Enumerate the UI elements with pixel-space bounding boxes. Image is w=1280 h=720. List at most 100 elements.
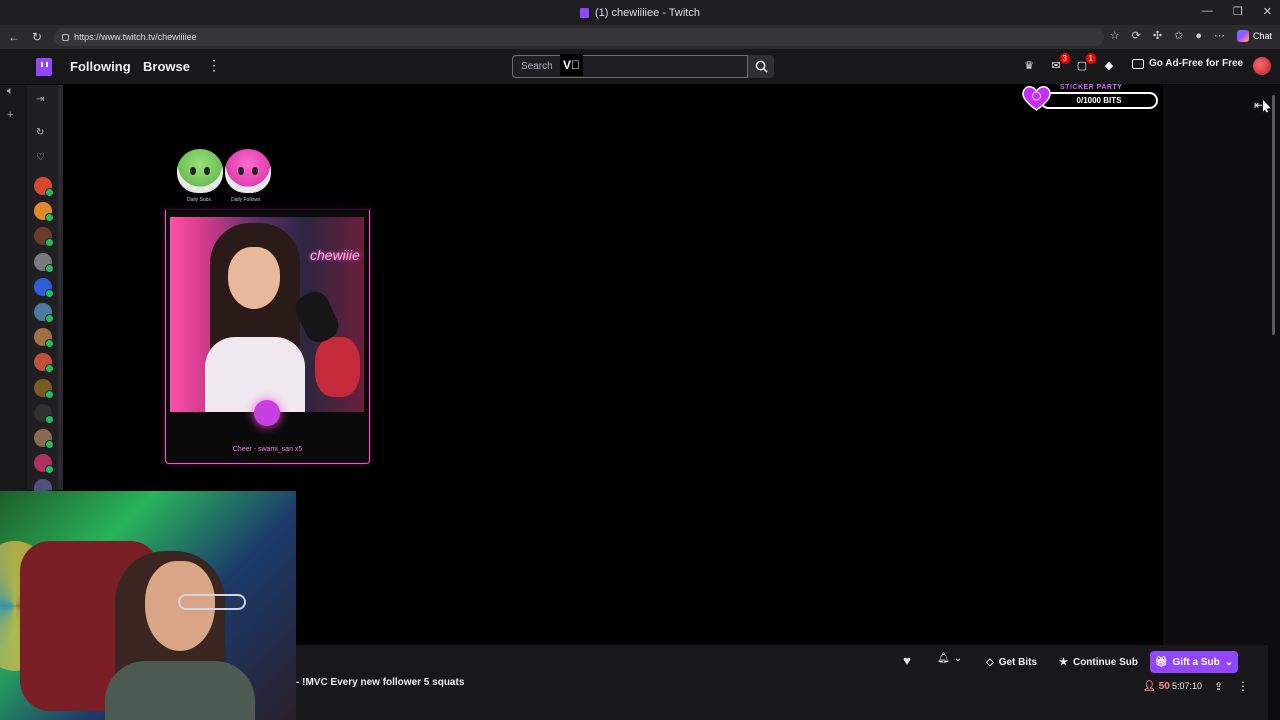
whispers-icon[interactable]: ▢ 1 <box>1075 53 1096 73</box>
close-window-button[interactable]: ✕ <box>1263 5 1272 18</box>
stream-title: - !MVC Every new follower 5 squats <box>296 677 465 688</box>
chevron-down-icon: ⌄ <box>1224 656 1234 668</box>
daily-follows-character <box>225 149 271 193</box>
stream-uptime: 5:07:10 <box>1172 681 1203 691</box>
cheer-alert-text: Cheer - swami_san x5 <box>232 446 303 453</box>
ad-free-label: Go Ad-Free for Free <box>1149 58 1244 69</box>
live-indicator-icon <box>45 188 54 197</box>
streamer-cam-feed: chewiiie <box>170 217 364 412</box>
sticker-party-widget: 0/1000 BITS STICKER PARTY <box>1020 84 1160 112</box>
browser-menu-icon[interactable]: ⋯ <box>1214 29 1225 42</box>
add-icon[interactable]: + <box>7 109 13 121</box>
followed-channel-avatar[interactable] <box>34 303 54 323</box>
twitch-logo-icon[interactable] <box>36 58 52 76</box>
followed-channel-avatar[interactable] <box>34 353 54 374</box>
live-indicator-icon <box>45 263 54 273</box>
chat-label: Chat <box>1252 30 1272 41</box>
daily-subs-character <box>177 149 223 193</box>
browser-title-bar: (1) chewiiiiee - Twitch <box>0 0 1280 25</box>
more-menu-icon[interactable]: ⋮ <box>207 57 221 74</box>
star-icon: ★ <box>1059 656 1068 668</box>
followed-heart-icon[interactable]: ♡ <box>36 152 45 163</box>
more-options-icon[interactable]: ⋮ <box>1237 679 1249 693</box>
follow-heart-button[interactable]: ♥ <box>897 653 917 671</box>
user-avatar[interactable] <box>1253 57 1271 75</box>
reload-icon[interactable]: ↻ <box>32 30 42 44</box>
followed-channel-avatar[interactable] <box>34 454 54 475</box>
twitch-favicon-icon <box>580 7 590 18</box>
continue-sub-button[interactable]: ★ Continue Sub <box>1059 653 1138 671</box>
reactor-webcam <box>0 491 296 720</box>
browser-address-bar: ← ↻ https://www.twitch.tv/chewiiiiee ☆ ⟳… <box>0 25 1280 49</box>
profile-icon[interactable]: ● <box>1195 30 1202 42</box>
recommended-icon[interactable]: ↻ <box>36 127 44 138</box>
live-indicator-icon <box>45 440 54 449</box>
back-arrow-icon[interactable]: ← <box>8 30 20 44</box>
site-info-icon[interactable] <box>62 33 70 41</box>
restore-button[interactable]: ❐ <box>1233 5 1243 18</box>
copilot-icon <box>1236 29 1249 42</box>
live-indicator-icon <box>45 288 54 298</box>
followed-channel-avatar[interactable] <box>34 277 54 298</box>
nav-browse-link[interactable]: Browse <box>143 59 190 74</box>
live-indicator-icon <box>45 238 54 248</box>
daily-follows-caption: Daily Follows <box>231 197 261 203</box>
sticker-progress-text: 0/1000 BITS <box>1076 96 1122 105</box>
url-field[interactable]: https://www.twitch.tv/chewiiiiee <box>54 28 1105 46</box>
player-right-gutter <box>1163 85 1268 645</box>
url-text: https://www.twitch.tv/chewiiiiee <box>74 32 197 42</box>
followed-channels-sidebar: ⇥ ↻ ♡ <box>27 85 58 500</box>
copilot-chat-button[interactable]: Chat <box>1236 29 1272 42</box>
star-icon[interactable]: ☆ <box>1110 29 1120 42</box>
heart-icon <box>1022 86 1051 111</box>
page-scrollbar[interactable] <box>1268 85 1280 720</box>
daily-subs-caption: Daily Subs <box>187 197 211 203</box>
whispers-badge: 1 <box>1085 53 1096 64</box>
followed-channel-avatar[interactable] <box>34 252 54 273</box>
expand-sidebar-icon[interactable]: ⇥ <box>36 94 44 105</box>
live-indicator-icon <box>45 414 54 424</box>
live-indicator-icon <box>45 314 54 323</box>
gift-a-sub-button[interactable]: 🎁︎ Gift a Sub ⌄ <box>1150 651 1238 673</box>
get-bits-button[interactable]: ◇ Get Bits <box>986 653 1037 671</box>
followed-channel-avatar[interactable] <box>34 429 54 449</box>
favorites-icon[interactable]: ✩ <box>1174 29 1183 42</box>
twitch-top-nav: Following Browse ⋮ Search V⃞ ♛ ✉ 3 ▢ 1 ◆ G… <box>0 49 1280 85</box>
minimize-button[interactable]: — <box>1202 5 1213 18</box>
refresh-extension-icon[interactable]: ⟳ <box>1132 29 1141 42</box>
inbox-badge: 3 <box>1059 53 1070 64</box>
followed-channel-avatar[interactable] <box>34 378 54 399</box>
inbox-icon[interactable]: ✉ 3 <box>1049 53 1070 73</box>
tv-icon <box>1132 58 1144 69</box>
prime-crown-icon[interactable]: ♛ <box>1022 59 1036 73</box>
chevron-down-icon: ⌄ <box>953 653 963 664</box>
tab-title: (1) chewiiiiee - Twitch <box>595 6 700 19</box>
bell-icon: 🔔︎ <box>937 653 950 664</box>
sticker-party-title: STICKER PARTY <box>1060 84 1123 91</box>
go-ad-free-button[interactable]: Go Ad-Free for Free <box>1132 58 1243 69</box>
search-input[interactable]: Search <box>512 55 748 78</box>
share-icon[interactable]: ⇪ <box>1214 680 1223 693</box>
followed-channel-avatar[interactable] <box>34 328 54 349</box>
followed-channel-avatar[interactable] <box>34 403 54 424</box>
search-icon <box>755 60 768 73</box>
live-indicator-icon <box>45 364 54 374</box>
live-indicator-icon <box>45 465 54 475</box>
neon-sign-text: chewiiie <box>310 247 360 263</box>
sticker-progress-bar: 0/1000 BITS <box>1040 92 1158 109</box>
extension-puzzle-icon[interactable]: ✣ <box>1153 29 1162 42</box>
notifications-button[interactable]: 🔔︎ ⌄ <box>937 653 962 664</box>
gift-sub-label: Gift a Sub <box>1172 656 1220 668</box>
followed-channel-avatar[interactable] <box>34 177 54 197</box>
search-button[interactable] <box>748 55 774 78</box>
sound-icon[interactable]: 🔈︎ <box>7 85 14 98</box>
gift-icon: 🎁︎ <box>1154 656 1168 668</box>
followed-channel-avatar[interactable] <box>34 202 54 223</box>
live-indicator-icon <box>45 213 54 223</box>
nav-following-link[interactable]: Following <box>70 59 131 74</box>
bits-icon[interactable]: ◆ <box>1102 59 1116 73</box>
live-indicator-icon <box>45 389 54 399</box>
continue-sub-label: Continue Sub <box>1072 656 1138 668</box>
glasses-image <box>178 594 246 610</box>
followed-channel-avatar[interactable] <box>34 227 54 248</box>
